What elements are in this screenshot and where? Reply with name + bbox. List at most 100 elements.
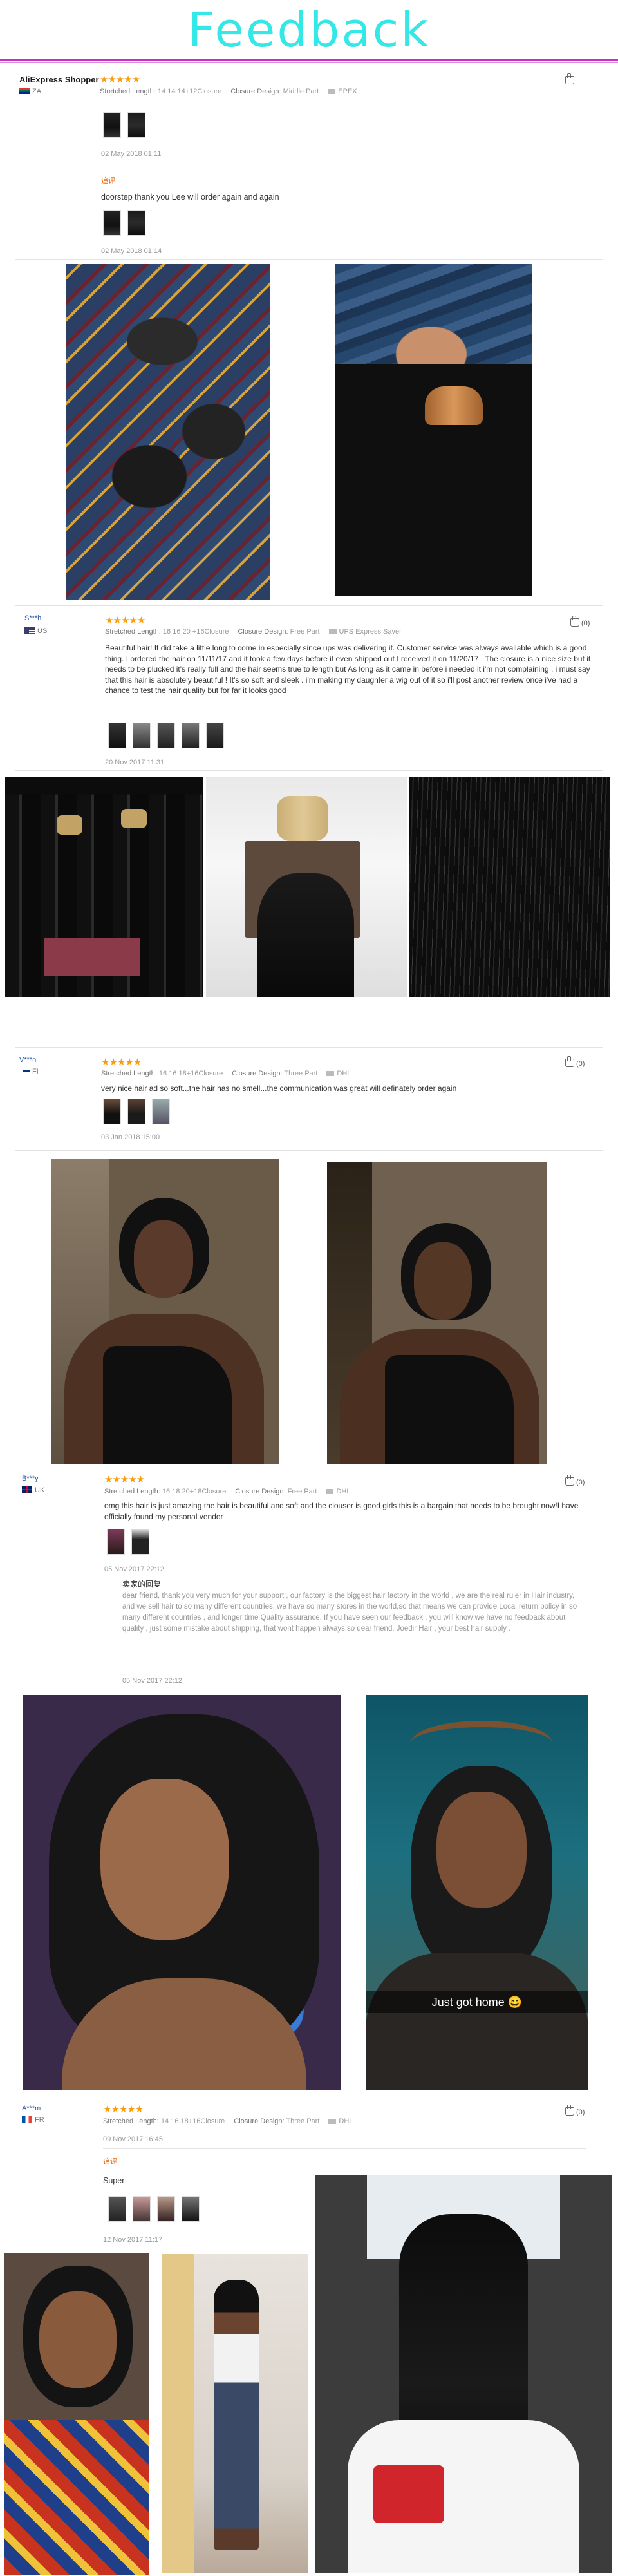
dress (103, 1346, 232, 1464)
customer-photo-hair-bundles[interactable] (66, 264, 270, 600)
reviewer-name: B***y (22, 1475, 39, 1482)
reviewer-country: UK (22, 1486, 44, 1494)
reviewer-country: US (24, 627, 47, 635)
customer-photo-filter-selfie[interactable] (4, 2253, 149, 2575)
ribbon (277, 796, 328, 841)
review-card: S***h US ★★★★★ Stretched Length: 16 16 2… (0, 612, 618, 776)
review-card: AliExpress Shopper ZA ★★★★★ Stretched Le… (0, 70, 618, 263)
photo-thumbnail[interactable] (182, 723, 200, 748)
reviewer-name: V***n (19, 1056, 37, 1064)
followup-tag: 追评 (101, 177, 115, 185)
review-date: 12 Nov 2017 11:17 (103, 2236, 163, 2244)
customer-photo-filter-selfie[interactable] (23, 1695, 341, 2090)
photo-thumbnail[interactable] (127, 1099, 145, 1124)
purchase-attributes: Stretched Length: 16 18 20+18Closure Clos… (104, 1488, 351, 1495)
reviewer-country: FI (19, 1068, 39, 1075)
photo-thumbnail[interactable] (133, 2196, 151, 2222)
star-rating: ★★★★★ (101, 1057, 142, 1068)
photo-thumbnail[interactable] (182, 2196, 200, 2222)
divider (15, 770, 603, 771)
divider (15, 1047, 603, 1048)
review-date: 20 Nov 2017 11:31 (105, 759, 165, 766)
face (134, 1220, 193, 1298)
feedback-banner: Feedback (0, 0, 618, 64)
ribbon-bow (425, 386, 483, 425)
photo-thumbnail[interactable] (131, 1529, 149, 1555)
customer-photo-selfie[interactable] (327, 1162, 547, 1464)
helpful-button[interactable] (565, 73, 576, 85)
review-card: V***n FI ★★★★★ Stretched Length: 16 16 1… (0, 1054, 618, 1150)
customer-photo-straight-hair[interactable] (409, 777, 610, 997)
helpful-button[interactable]: (0) (565, 2105, 585, 2116)
person (214, 2280, 259, 2550)
truck-icon (328, 2119, 337, 2124)
customer-photo-lace-closure[interactable] (206, 777, 407, 997)
divider (0, 59, 618, 61)
label-card (44, 938, 140, 976)
review-date: 02 May 2018 01:14 (101, 247, 162, 255)
photo-thumbnail[interactable] (127, 210, 145, 236)
thumbs-up-icon (565, 2105, 574, 2116)
purchase-attributes: Stretched Length: 16 16 20 +16Closure Clo… (105, 628, 402, 636)
review-text: omg this hair is just amazing the hair i… (104, 1501, 579, 1521)
photo-thumbnail[interactable] (206, 723, 224, 748)
star-rating: ★★★★★ (100, 74, 140, 85)
flag-icon (22, 2116, 32, 2123)
reviewer-name: S***h (24, 614, 42, 622)
reply-date: 05 Nov 2017 22:12 (122, 1677, 182, 1685)
face (414, 1242, 472, 1320)
review-date: 09 Nov 2017 16:45 (103, 2136, 163, 2143)
photo-thumbnail[interactable] (157, 2196, 175, 2222)
sweater (366, 1953, 588, 2090)
dress (385, 1355, 514, 1464)
photo-thumbnail[interactable] (107, 1529, 125, 1555)
review-thumbnails (103, 112, 145, 138)
helpful-button[interactable]: (0) (570, 616, 590, 627)
truck-icon (328, 629, 337, 634)
thumbs-up-icon (565, 73, 574, 84)
customer-photo-selfie[interactable] (52, 1159, 279, 1464)
helpful-button[interactable]: (0) (565, 1056, 585, 1068)
review-thumbnails (103, 1099, 170, 1124)
divider (0, 62, 618, 63)
photo-thumbnail[interactable] (103, 112, 121, 138)
review-date: 03 Jan 2018 15:00 (101, 1133, 160, 1141)
page-title: Feedback (187, 3, 431, 58)
truck-icon (326, 1071, 335, 1076)
flag-icon (22, 1486, 32, 1493)
customer-photo-hair-ribbon[interactable] (335, 264, 532, 596)
review-thumbnails (103, 210, 145, 236)
purchase-attributes: Stretched Length: 14 14 14+12Closure Clos… (100, 88, 357, 95)
followup-text: Super (103, 2176, 125, 2185)
divider (15, 259, 603, 260)
flag-icon (19, 1068, 30, 1074)
divider (15, 1150, 603, 1151)
seller-reply-tag: 卖家的回复 (122, 1580, 162, 1589)
customer-photo-full-body[interactable] (162, 2254, 308, 2573)
doorway (162, 2254, 194, 2573)
photo-caption: Just got home 😄 (366, 1991, 588, 2013)
customer-photo-straight-hair-back[interactable] (315, 2175, 612, 2573)
photo-thumbnail[interactable] (108, 723, 126, 748)
face (436, 1792, 527, 1908)
photo-thumbnail[interactable] (157, 723, 175, 748)
followup-tag: 追评 (103, 2158, 117, 2166)
helpful-button[interactable]: (0) (565, 1475, 585, 1486)
ribbon (57, 815, 82, 835)
reviewer-name: A***m (22, 2105, 41, 2112)
customer-photo-packaged-bundles[interactable] (5, 777, 203, 997)
photo-thumbnail[interactable] (108, 2196, 126, 2222)
review-date: 05 Nov 2017 22:12 (104, 1566, 164, 1573)
star-rating: ★★★★★ (104, 1474, 145, 1485)
photo-thumbnail[interactable] (127, 112, 145, 138)
photo-thumbnail[interactable] (103, 1099, 121, 1124)
photo-thumbnail[interactable] (152, 1099, 170, 1124)
photo-thumbnail[interactable] (133, 723, 151, 748)
outfit (4, 2420, 149, 2575)
face (39, 2291, 117, 2388)
followup-text: doorstep thank you Lee will order again … (101, 193, 279, 202)
reviewer-country: FR (22, 2116, 44, 2124)
photo-thumbnail[interactable] (103, 210, 121, 236)
customer-photo-reindeer-filter[interactable]: Just got home 😄 (366, 1695, 588, 2090)
purchase-attributes: Stretched Length: 14 16 18+16Closure Clos… (103, 2117, 353, 2125)
